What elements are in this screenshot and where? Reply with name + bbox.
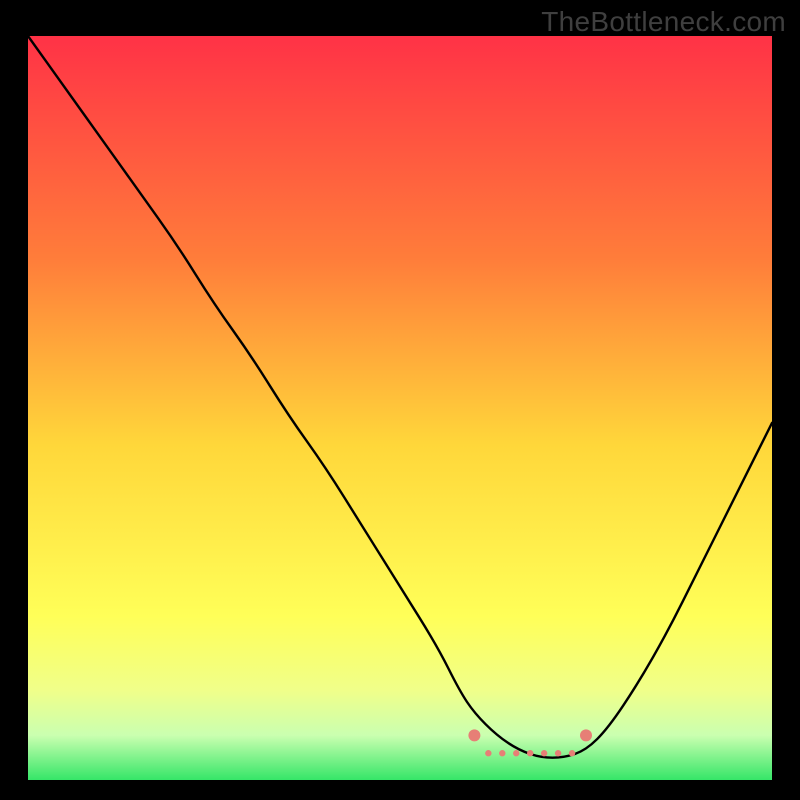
- highlight-dot: [555, 750, 561, 756]
- highlight-dot: [485, 750, 491, 756]
- highlight-dot: [499, 750, 505, 756]
- highlight-endpoint: [468, 729, 480, 741]
- highlight-dot: [569, 750, 575, 756]
- plot-area: [28, 36, 772, 780]
- watermark-text: TheBottleneck.com: [541, 6, 786, 38]
- chart-svg: [28, 36, 772, 780]
- highlight-dot: [513, 750, 519, 756]
- chart-frame: TheBottleneck.com: [0, 0, 800, 800]
- gradient-background: [28, 36, 772, 780]
- highlight-dot: [541, 750, 547, 756]
- highlight-endpoint: [580, 729, 592, 741]
- highlight-dot: [527, 750, 533, 756]
